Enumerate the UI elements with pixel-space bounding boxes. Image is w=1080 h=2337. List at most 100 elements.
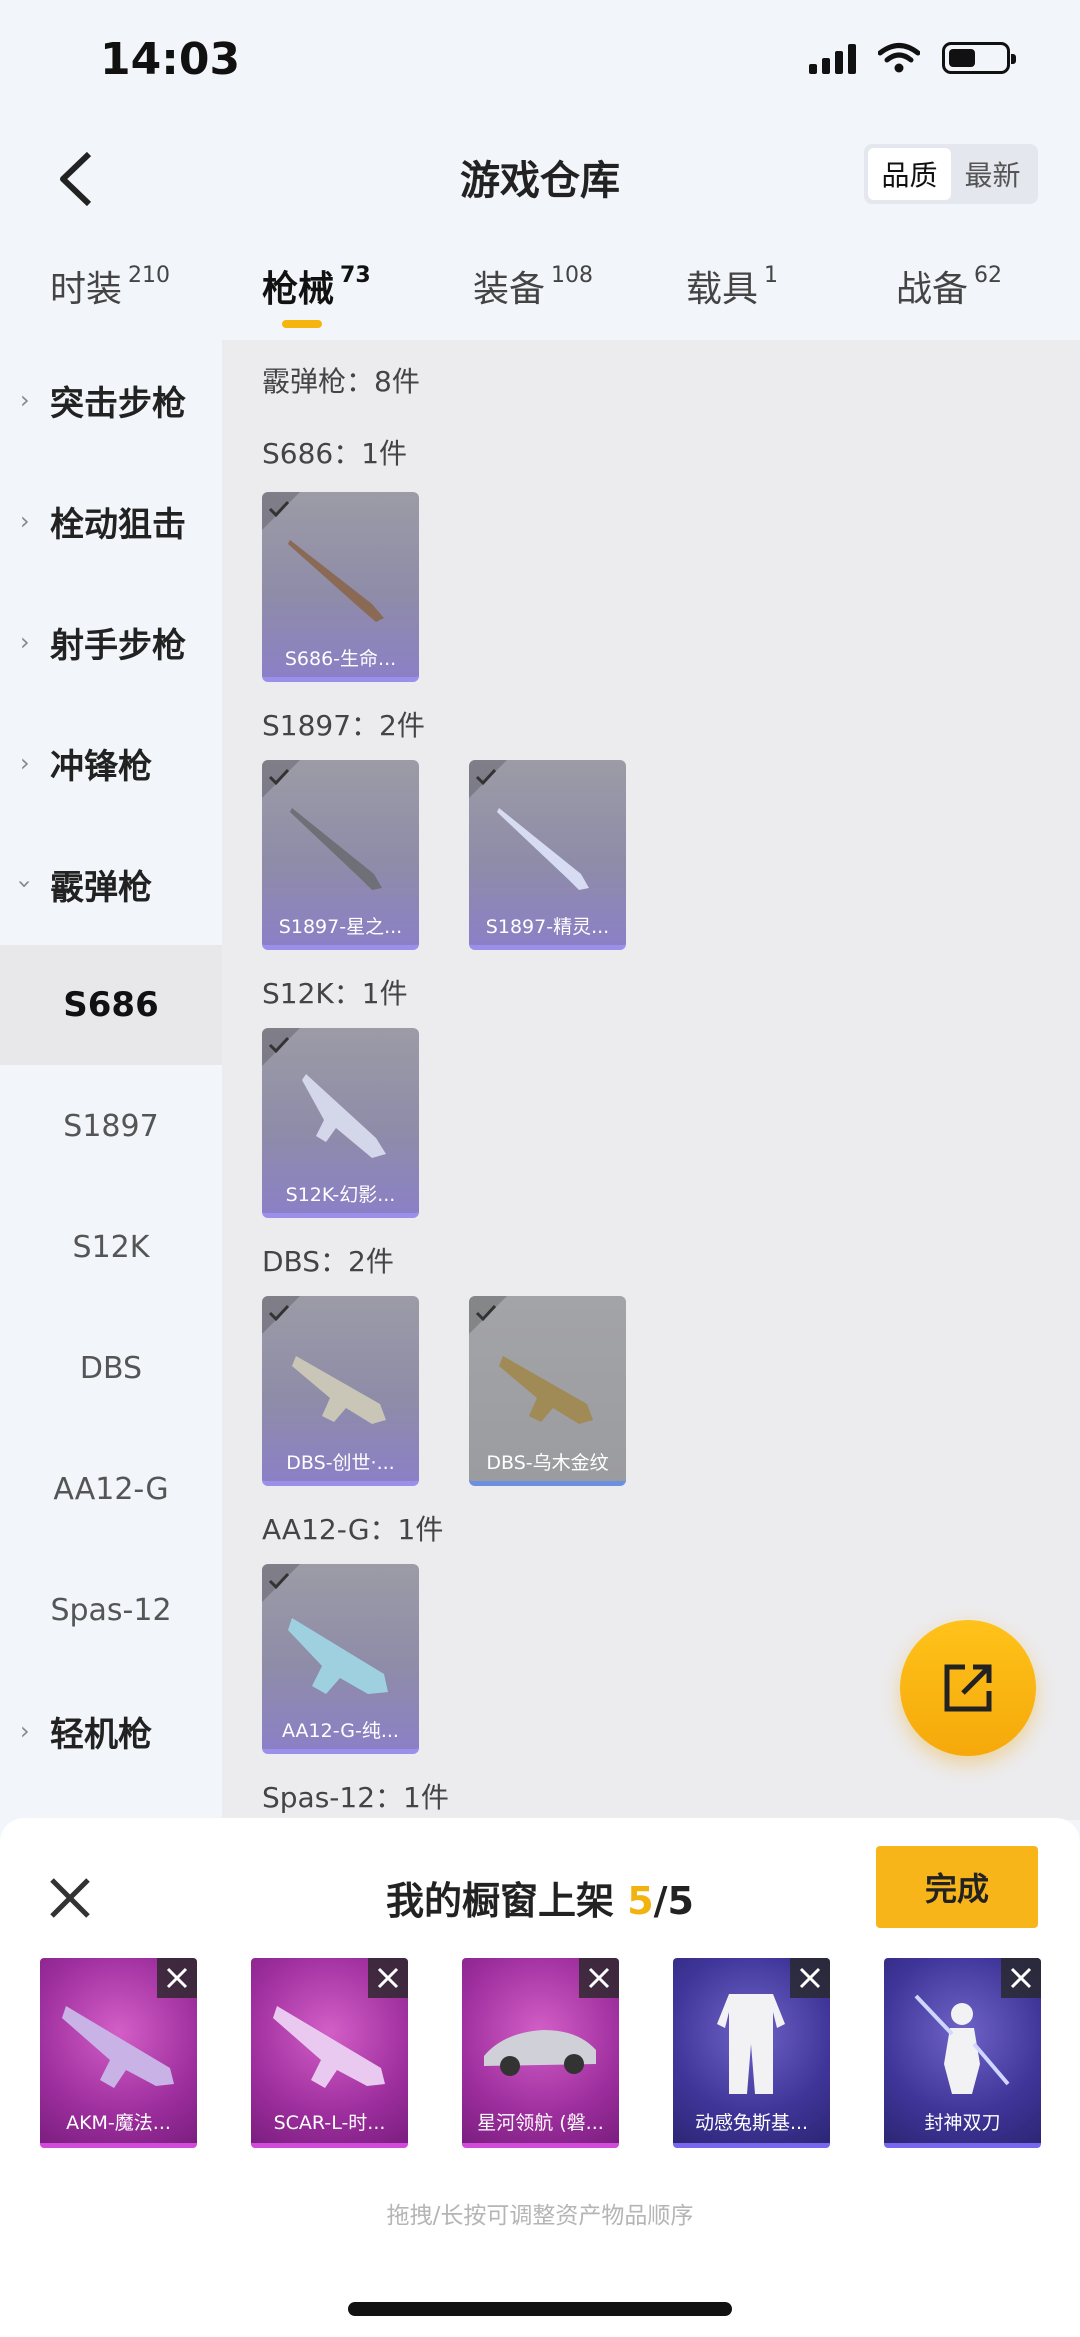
sidebar-sub-s12k[interactable]: S12K <box>0 1187 222 1307</box>
car-icon <box>484 2030 596 2076</box>
item-grid: 霰弹枪：8件 S686：1件 S686-生命... S1897：2件 S1897… <box>222 340 1080 1820</box>
section-header: 霰弹枪：8件 <box>262 365 420 398</box>
sidebar-sub-s1897[interactable]: S1897 <box>0 1066 222 1186</box>
status-time: 14:03 <box>100 34 241 85</box>
rifle-icon <box>273 2006 385 2088</box>
close-icon <box>799 1967 821 1989</box>
shelf-item[interactable]: SCAR-L-时... <box>251 1958 408 2148</box>
shotgun-icon <box>499 1356 593 1424</box>
emote-icon <box>914 1994 1010 2094</box>
tab-equipment[interactable]: 装备 108 <box>473 260 593 312</box>
sort-newest-button[interactable]: 最新 <box>951 148 1034 200</box>
header: 游戏仓库 品质 最新 <box>0 130 1080 230</box>
sidebar-sub-aa12g[interactable]: AA12-G <box>0 1429 222 1549</box>
category-tabs: 时装 210 枪械 73 装备 108 载具 1 战备 62 <box>0 250 1080 340</box>
chevron-right-icon: › <box>20 628 30 656</box>
sidebar-sub-s686[interactable]: S686 <box>0 945 222 1065</box>
share-icon <box>944 1664 992 1712</box>
group-label: S1897：2件 <box>262 709 425 742</box>
group-label: DBS：2件 <box>262 1245 394 1278</box>
item-name: AA12-G-纯... <box>282 1720 399 1742</box>
close-icon <box>588 1967 610 1989</box>
sort-toggle: 品质 最新 <box>864 144 1038 204</box>
item-card[interactable]: S686-生命... <box>262 492 419 682</box>
sort-quality-button[interactable]: 品质 <box>868 148 951 200</box>
battery-icon <box>942 42 1016 74</box>
outfit-icon <box>717 1994 785 2094</box>
reorder-hint: 拖拽/长按可调整资产物品顺序 <box>386 2203 694 2229</box>
tab-fashion[interactable]: 时装 210 <box>50 260 170 312</box>
check-icon <box>268 1036 290 1054</box>
shotgun-icon <box>288 1618 388 1694</box>
sidebar-sub-dbs[interactable]: DBS <box>0 1308 222 1428</box>
tab-combat-supplies[interactable]: 战备 62 <box>896 260 1002 312</box>
item-card[interactable]: S1897-精灵... <box>469 760 626 950</box>
group-label: AA12-G：1件 <box>262 1513 444 1546</box>
chevron-down-icon: › <box>10 879 39 889</box>
item-card[interactable]: S1897-星之... <box>262 760 419 950</box>
item-name: S1897-星之... <box>278 916 403 938</box>
item-card[interactable]: AA12-G-纯... <box>262 1564 419 1754</box>
shotgun-icon <box>290 808 382 890</box>
shelf-item-name: 封神双刀 <box>924 2112 1001 2134</box>
home-indicator[interactable] <box>348 2302 732 2316</box>
check-icon <box>475 768 497 786</box>
sidebar-sub-spas12[interactable]: Spas-12 <box>0 1550 222 1670</box>
status-icons <box>809 42 1016 74</box>
shotgun-icon <box>292 1356 386 1424</box>
showcase-shelf: AKM-魔法... SCAR-L-时... 星河领航 (磐... 动感兔斯基..… <box>40 1958 1041 2154</box>
chevron-right-icon: › <box>20 507 30 535</box>
item-card[interactable]: S12K-幻影... <box>262 1028 419 1218</box>
share-button[interactable] <box>900 1620 1036 1756</box>
shelf-item[interactable]: 动感兔斯基... <box>673 1958 830 2148</box>
tab-firearms[interactable]: 枪械 73 <box>262 260 371 312</box>
shelf-item[interactable]: AKM-魔法... <box>40 1958 197 2148</box>
sidebar-item-lmgs[interactable]: › 轻机枪 <box>0 1671 222 1791</box>
group-label: Spas-12：1件 <box>262 1781 449 1814</box>
shotgun-icon <box>288 540 384 622</box>
shelf-item-name: AKM-魔法... <box>66 2112 171 2134</box>
shotgun-icon <box>302 1074 386 1158</box>
item-card[interactable]: DBS-创世·... <box>262 1296 419 1486</box>
chevron-right-icon: › <box>20 749 30 777</box>
showcase-sheet: 我的橱窗上架 5/5 完成 AKM-魔法... SCAR-L-时... 星河领航… <box>0 1818 1080 2337</box>
shelf-item-name: SCAR-L-时... <box>273 2112 386 2134</box>
sidebar-item-marksman-rifles[interactable]: › 射手步枪 <box>0 582 222 702</box>
done-button[interactable]: 完成 <box>876 1846 1038 1928</box>
shelf-item[interactable]: 封神双刀 <box>884 1958 1041 2148</box>
item-card[interactable]: DBS-乌木金纹 <box>469 1296 626 1486</box>
shelf-item[interactable]: 星河领航 (磐... <box>462 1958 619 2148</box>
remove-item-button[interactable] <box>1001 1958 1041 1998</box>
shelf-item-name: 动感兔斯基... <box>694 2112 809 2134</box>
sidebar: › 突击步枪 › 栓动狙击 › 射手步枪 › 冲锋枪 › 霰弹枪 S686 S1897 S… <box>0 340 222 1820</box>
tab-vehicles[interactable]: 载具 1 <box>686 260 778 312</box>
remove-item-button[interactable] <box>157 1958 197 1998</box>
active-tab-indicator <box>282 320 322 328</box>
sidebar-item-smgs[interactable]: › 冲锋枪 <box>0 703 222 823</box>
chevron-right-icon: › <box>20 1717 30 1745</box>
wifi-icon <box>878 43 920 73</box>
item-name: DBS-乌木金纹 <box>486 1452 609 1474</box>
remove-item-button[interactable] <box>579 1958 619 1998</box>
item-name: S1897-精灵... <box>485 916 610 938</box>
shelf-item-name: 星河领航 (磐... <box>477 2112 604 2134</box>
chevron-right-icon: › <box>20 386 30 414</box>
group-label: S686：1件 <box>262 437 408 470</box>
check-icon <box>268 768 290 786</box>
check-icon <box>268 500 290 518</box>
check-icon <box>268 1572 290 1590</box>
sidebar-item-assault-rifles[interactable]: › 突击步枪 <box>0 340 222 460</box>
sidebar-item-shotguns[interactable]: › 霰弹枪 <box>0 824 222 944</box>
check-icon <box>268 1304 290 1322</box>
item-name: S686-生命... <box>284 648 397 670</box>
close-icon <box>377 1967 399 1989</box>
cellular-signal-icon <box>809 42 856 74</box>
item-name: DBS-创世·... <box>286 1452 395 1474</box>
shotgun-icon <box>497 808 589 890</box>
remove-item-button[interactable] <box>790 1958 830 1998</box>
sidebar-item-bolt-action-snipers[interactable]: › 栓动狙击 <box>0 461 222 581</box>
close-icon <box>166 1967 188 1989</box>
status-bar: 14:03 <box>0 0 1080 120</box>
remove-item-button[interactable] <box>368 1958 408 1998</box>
group-label: S12K：1件 <box>262 977 408 1010</box>
